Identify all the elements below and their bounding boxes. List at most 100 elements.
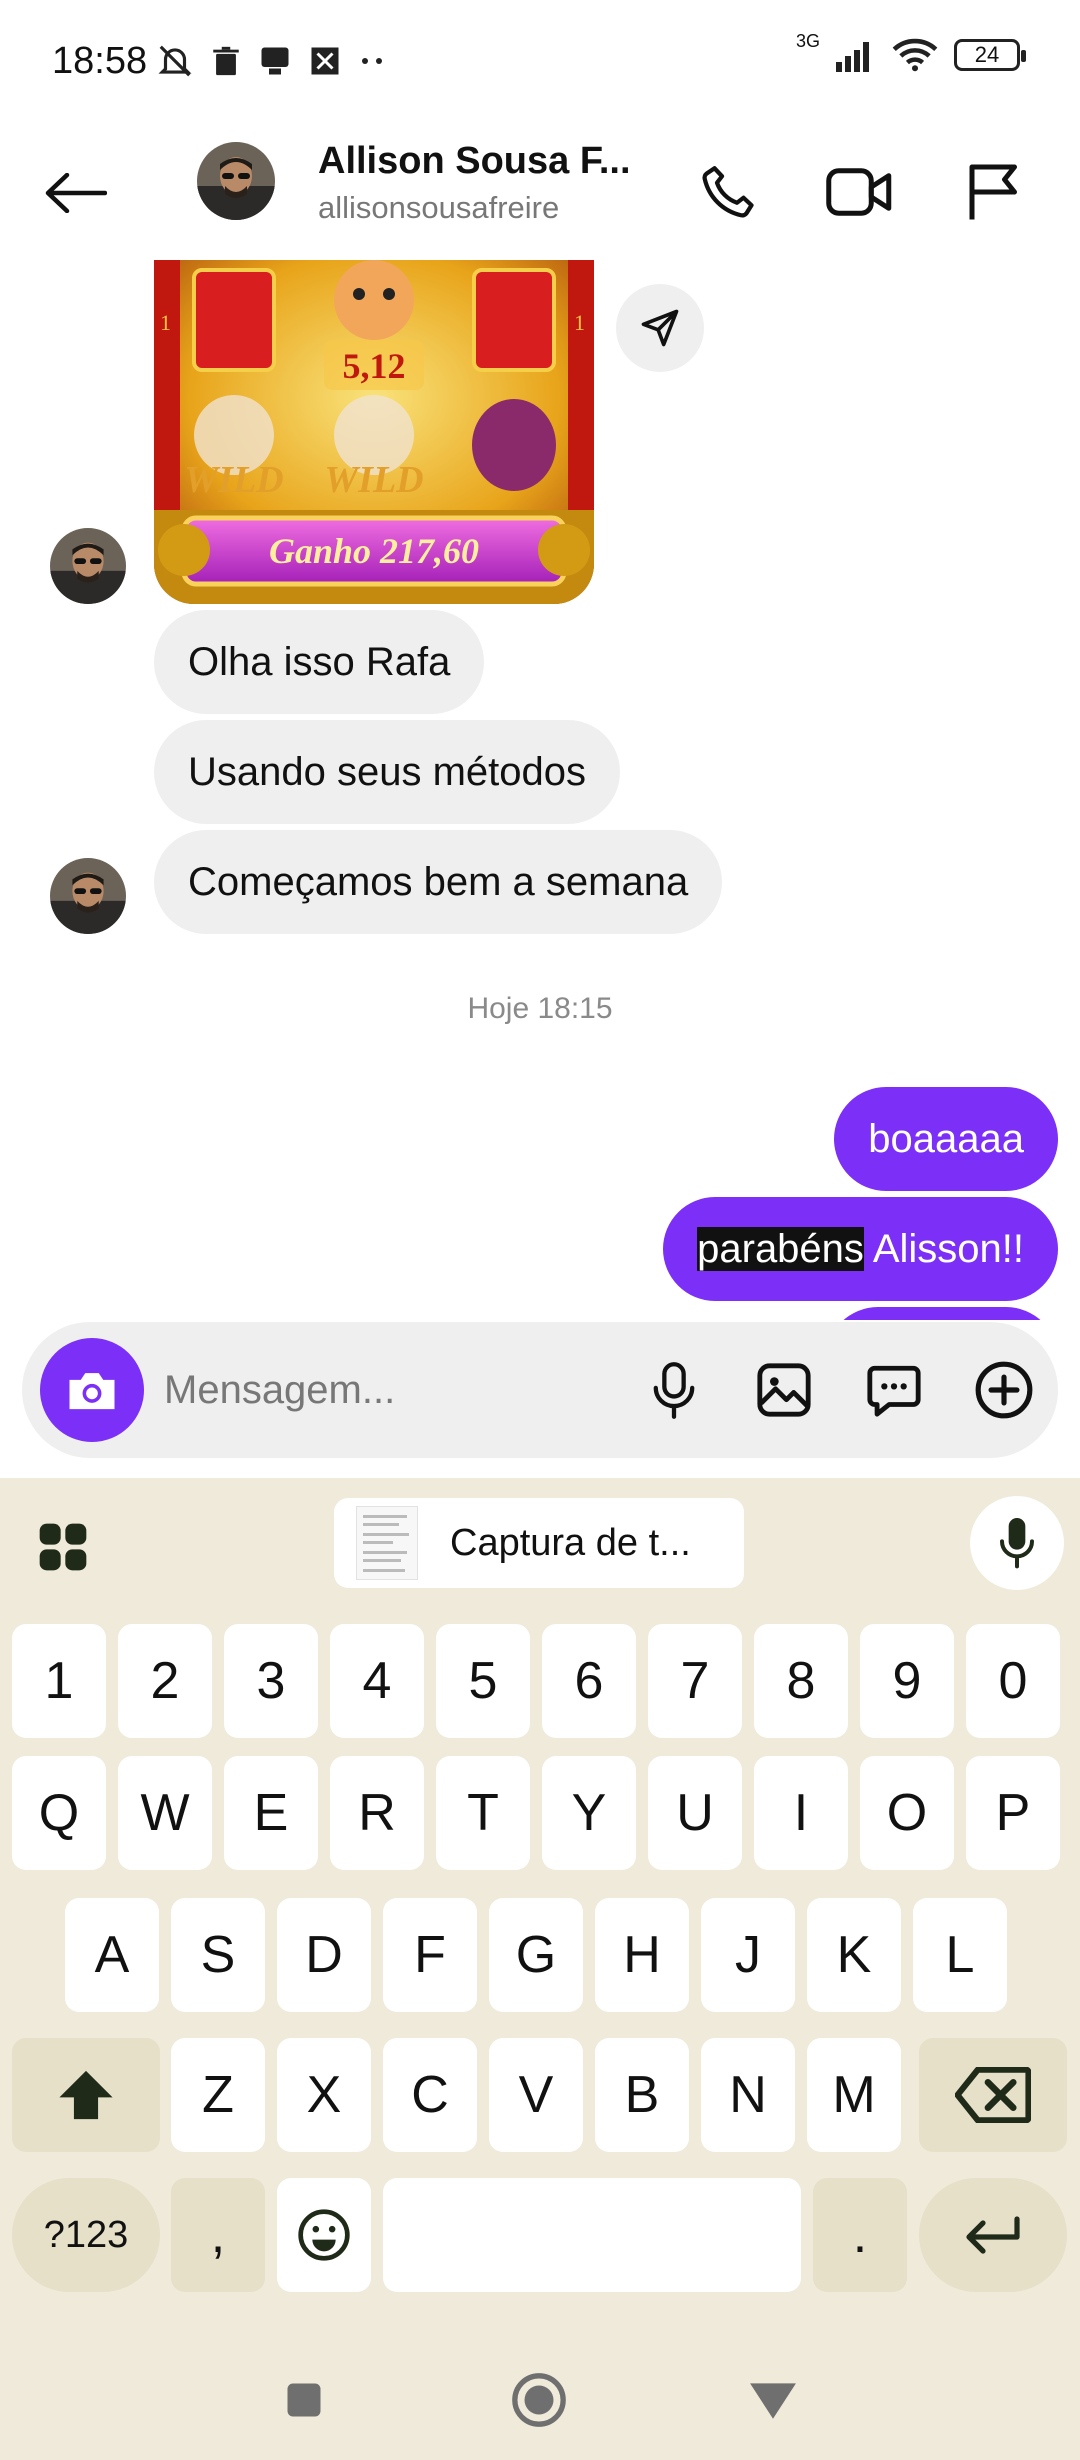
contact-avatar[interactable] [197, 142, 275, 220]
key-0[interactable]: 0 [966, 1624, 1060, 1738]
key-u[interactable]: U [648, 1756, 742, 1870]
key-p[interactable]: P [966, 1756, 1060, 1870]
key-j[interactable]: J [701, 1898, 795, 2012]
slot-multiplier: 5,12 [343, 346, 406, 386]
incoming-message[interactable]: Olha isso Rafa [154, 610, 485, 714]
clipboard-suggestion[interactable]: Captura de t... [334, 1498, 744, 1588]
key-g[interactable]: G [489, 1898, 583, 2012]
enter-key[interactable] [919, 2178, 1067, 2292]
key-2[interactable]: 2 [118, 1624, 212, 1738]
key-4[interactable]: 4 [330, 1624, 424, 1738]
key-x[interactable]: X [277, 2038, 371, 2152]
key-n[interactable]: N [701, 2038, 795, 2152]
message-timestamp: Hoje 18:15 [467, 992, 613, 1025]
period-key[interactable]: . [813, 2178, 907, 2292]
key-6[interactable]: 6 [542, 1624, 636, 1738]
outgoing-message[interactable]: boaaaaa [834, 1087, 1058, 1191]
key-d[interactable]: D [277, 1898, 371, 2012]
outgoing-message[interactable]: parabéns Alisson!! [663, 1197, 1058, 1301]
trash-icon [213, 46, 239, 76]
outgoing-message-partial[interactable] [826, 1307, 1058, 1320]
home-button[interactable] [504, 2365, 574, 2435]
key-f[interactable]: F [383, 1898, 477, 2012]
camera-button[interactable] [40, 1338, 144, 1442]
comma-key[interactable]: , [171, 2178, 265, 2292]
contact-username[interactable]: allisonsousafreire [318, 190, 559, 226]
key-t[interactable]: T [436, 1756, 530, 1870]
message-input[interactable] [164, 1358, 604, 1422]
key-9[interactable]: 9 [860, 1624, 954, 1738]
key-b[interactable]: B [595, 2038, 689, 2152]
key-o[interactable]: O [860, 1756, 954, 1870]
key-c[interactable]: C [383, 2038, 477, 2152]
key-e[interactable]: E [224, 1756, 318, 1870]
key-3[interactable]: 3 [224, 1624, 318, 1738]
recents-button[interactable] [269, 2365, 339, 2435]
cast-icon [261, 47, 289, 75]
voice-message-button[interactable] [634, 1350, 714, 1430]
image-message[interactable]: 1 1 5,12 WILD WILD Ganho 217,60 [154, 260, 594, 604]
key-7[interactable]: 7 [648, 1624, 742, 1738]
key-8[interactable]: 8 [754, 1624, 848, 1738]
sender-avatar[interactable] [50, 528, 126, 604]
backspace-key[interactable] [919, 2038, 1067, 2152]
report-button[interactable] [950, 150, 1034, 234]
chat-thread[interactable]: 1 1 5,12 WILD WILD Ganho 217,60 Olha iss… [0, 260, 1080, 1320]
sticker-button[interactable] [854, 1350, 934, 1430]
key-y[interactable]: Y [542, 1756, 636, 1870]
reel-marker-left: 1 [160, 310, 171, 335]
sender-avatar[interactable] [50, 858, 126, 934]
wild-label-1: WILD [184, 459, 283, 501]
key-m[interactable]: M [807, 2038, 901, 2152]
microphone-icon [1000, 1518, 1034, 1569]
crossed-box-icon [311, 47, 339, 75]
clipboard-thumbnail [356, 1506, 418, 1580]
voice-typing-button[interactable] [970, 1496, 1064, 1590]
send-icon [641, 309, 679, 347]
keyboard-apps-button[interactable] [28, 1512, 98, 1582]
key-k[interactable]: K [807, 1898, 901, 2012]
signal-icon [836, 42, 869, 72]
win-label: Ganho 217,60 [269, 531, 479, 571]
status-bar: 18:58 3G 24 [0, 0, 1080, 130]
triangle-down-icon [750, 2383, 796, 2419]
chat-header: Allison Sousa F... allisonsousafreire [0, 130, 1080, 260]
incoming-message[interactable]: Usando seus métodos [154, 720, 621, 824]
key-5[interactable]: 5 [436, 1624, 530, 1738]
key-l[interactable]: L [913, 1898, 1007, 2012]
key-s[interactable]: S [171, 1898, 265, 2012]
shift-key[interactable] [12, 2038, 160, 2152]
gallery-button[interactable] [744, 1350, 824, 1430]
enter-icon [966, 2216, 1020, 2254]
wild-label-2: WILD [324, 459, 423, 501]
more-options-button[interactable] [964, 1350, 1044, 1430]
status-time: 18:58 [52, 40, 148, 82]
emoji-key[interactable] [277, 2178, 371, 2292]
key-h[interactable]: H [595, 1898, 689, 2012]
shift-arrow-icon [59, 2070, 113, 2120]
battery-level: 24 [974, 42, 1000, 67]
voice-call-button[interactable] [686, 150, 770, 234]
key-1[interactable]: 1 [12, 1624, 106, 1738]
key-i[interactable]: I [754, 1756, 848, 1870]
selected-text[interactable]: parabéns [697, 1227, 864, 1271]
key-r[interactable]: R [330, 1756, 424, 1870]
status-left-icons [155, 42, 387, 80]
share-button[interactable] [616, 284, 704, 372]
reel-marker-right: 1 [574, 310, 585, 335]
back-button[interactable] [40, 158, 110, 228]
key-z[interactable]: Z [171, 2038, 265, 2152]
gallery-icon [757, 1363, 811, 1417]
symbols-key[interactable]: ?123 [12, 2178, 160, 2292]
back-nav-button[interactable] [738, 2365, 808, 2435]
key-v[interactable]: V [489, 2038, 583, 2152]
key-w[interactable]: W [118, 1756, 212, 1870]
key-a[interactable]: A [65, 1898, 159, 2012]
key-q[interactable]: Q [12, 1756, 106, 1870]
incoming-message[interactable]: Começamos bem a semana [154, 830, 723, 934]
muted-bell-icon [158, 45, 192, 77]
contact-name[interactable]: Allison Sousa F... [318, 140, 631, 183]
video-call-button[interactable] [818, 150, 902, 234]
emoji-icon [298, 2209, 350, 2261]
space-key[interactable] [383, 2178, 801, 2292]
